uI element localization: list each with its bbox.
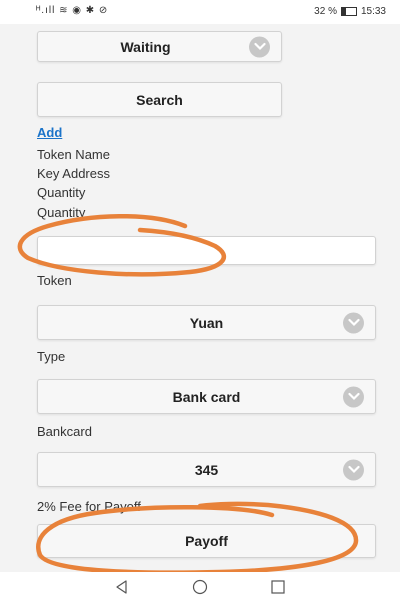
fee-label: 2% Fee for Payoff	[37, 499, 141, 514]
home-icon[interactable]	[192, 579, 208, 600]
status-select-value: Waiting	[120, 38, 171, 55]
add-link[interactable]: Add	[37, 125, 62, 140]
token-select-value: Yuan	[189, 314, 224, 331]
system-nav-bar	[0, 572, 400, 607]
bankcard-select[interactable]: 345	[37, 452, 376, 487]
status-right: 32 % 15:33	[314, 6, 386, 17]
chevron-down-icon	[249, 36, 270, 57]
type-select[interactable]: Bank card	[37, 379, 376, 414]
bankcard-select-value: 345	[194, 461, 219, 478]
token-label: Token	[37, 273, 72, 288]
type-select-value: Bank card	[172, 388, 241, 405]
payoff-button[interactable]: Payoff	[37, 524, 376, 558]
battery-percent: 32 %	[314, 6, 337, 17]
clock: 15:33	[360, 6, 386, 17]
key-address-label: Key Address	[37, 166, 110, 181]
quantity-info-label: Quantity	[37, 185, 86, 200]
recents-icon[interactable]	[270, 579, 286, 600]
chevron-down-icon	[343, 459, 364, 480]
page-content: Waiting Search Add Token Name Key Addres…	[0, 24, 400, 572]
search-button[interactable]: Search	[37, 82, 282, 117]
chevron-down-icon	[343, 386, 364, 407]
token-name-label: Token Name	[37, 147, 110, 162]
quantity-input[interactable]	[37, 236, 376, 265]
token-select[interactable]: Yuan	[37, 305, 376, 340]
quantity-label: Quantity	[37, 205, 86, 220]
back-icon[interactable]	[114, 579, 130, 600]
status-select[interactable]: Waiting	[37, 31, 282, 62]
chevron-down-icon	[343, 312, 364, 333]
status-bar: ᴴ.ıll ≋ ◉ ✱ ⊘ 32 % 15:33	[0, 0, 400, 24]
battery-icon	[340, 7, 357, 16]
signal-icons: ᴴ.ıll ≋ ◉ ✱ ⊘	[36, 5, 109, 16]
type-label: Type	[37, 349, 66, 364]
bankcard-label: Bankcard	[37, 424, 92, 439]
